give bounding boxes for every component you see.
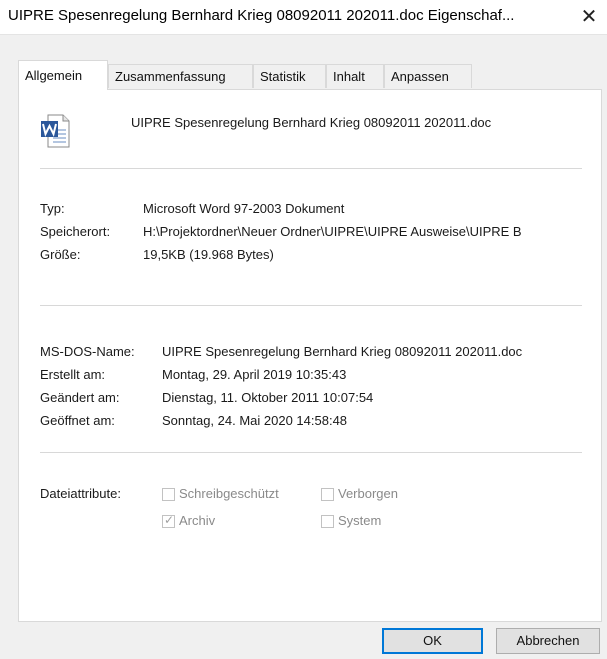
location-value[interactable]: H:\Projektordner\Neuer Ordner\UIPRE\UIPR… (143, 224, 599, 239)
word-document-icon (41, 114, 70, 148)
tab-statistik[interactable]: Statistik (253, 64, 326, 88)
separator (40, 168, 582, 169)
readonly-checkbox[interactable] (162, 488, 175, 501)
system-checkbox-label: System (338, 513, 382, 528)
type-value: Microsoft Word 97-2003 Dokument (143, 201, 345, 216)
title-bar: UIPRE Spesenregelung Bernhard Krieg 0809… (0, 0, 607, 35)
archive-checkbox[interactable]: ✓ (162, 513, 175, 528)
window-title: UIPRE Spesenregelung Bernhard Krieg 0809… (8, 7, 515, 24)
archive-checkbox-label: Archiv (179, 513, 216, 528)
file-name: UIPRE Spesenregelung Bernhard Krieg 0809… (131, 115, 492, 130)
tab-allgemein[interactable]: Allgemein (18, 60, 108, 90)
location-label: Speicherort: (40, 224, 111, 239)
checkmark-icon: ✓ (164, 513, 175, 527)
cancel-button[interactable]: Abbrechen (496, 628, 600, 654)
modified-label: Geändert am: (40, 390, 120, 405)
tab-anpassen[interactable]: Anpassen (384, 64, 472, 88)
size-label: Größe: (40, 247, 81, 262)
ok-button[interactable]: OK (382, 628, 483, 654)
close-icon[interactable]: ✕ (575, 3, 603, 31)
dosname-value: UIPRE Spesenregelung Bernhard Krieg 0809… (162, 344, 523, 359)
attributes-label: Dateiattribute: (40, 486, 121, 501)
type-label: Typ: (40, 201, 65, 216)
separator (40, 452, 582, 453)
hidden-checkbox-label: Verborgen (338, 486, 398, 501)
modified-value: Dienstag, 11. Oktober 2011 10:07:54 (162, 390, 374, 405)
created-value: Montag, 29. April 2019 10:35:43 (162, 367, 347, 382)
opened-label: Geöffnet am: (40, 413, 115, 428)
tab-inhalt[interactable]: Inhalt (326, 64, 384, 88)
opened-value: Sonntag, 24. Mai 2020 14:58:48 (162, 413, 348, 428)
readonly-checkbox-label: Schreibgeschützt (179, 486, 279, 501)
hidden-checkbox[interactable] (321, 488, 334, 501)
created-label: Erstellt am: (40, 367, 106, 382)
separator (40, 305, 582, 306)
size-value: 19,5KB (19.968 Bytes) (143, 247, 274, 262)
dosname-label: MS-DOS-Name: (40, 344, 135, 359)
tab-zusammenfassung[interactable]: Zusammenfassung (108, 64, 253, 88)
system-checkbox[interactable] (321, 515, 334, 528)
